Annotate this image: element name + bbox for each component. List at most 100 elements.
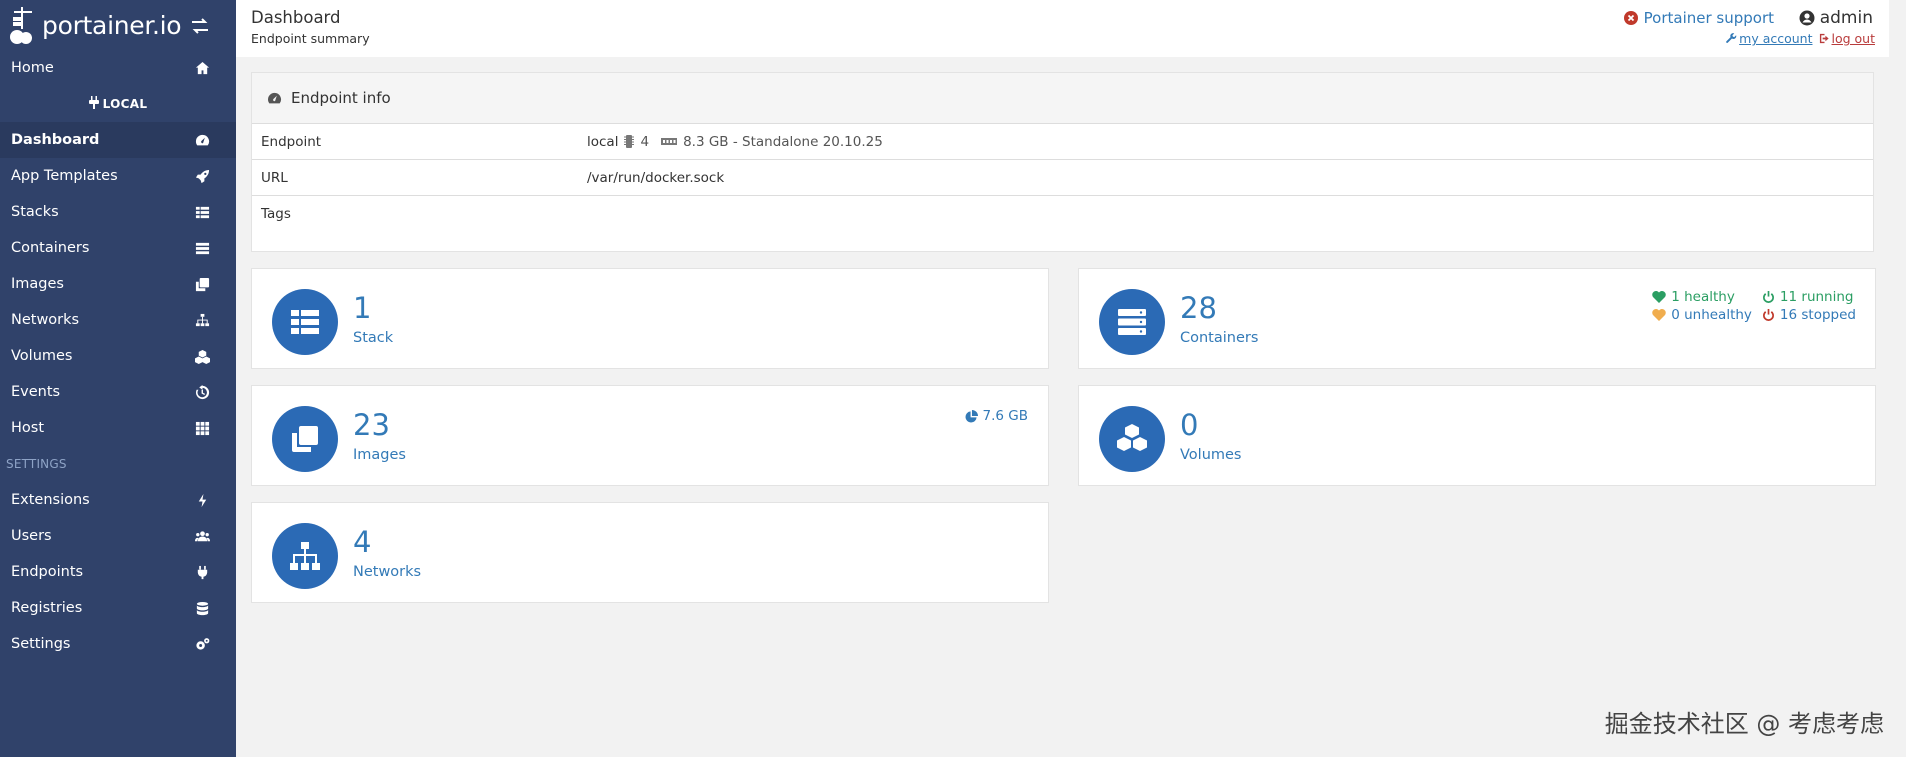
th-list-icon xyxy=(194,204,210,220)
sidebar-item-endpoints[interactable]: Endpoints xyxy=(0,554,236,590)
sidebar-item-extensions[interactable]: Extensions xyxy=(0,482,236,518)
sidebar-item-label: Users xyxy=(11,528,52,544)
home-icon xyxy=(194,60,210,76)
sidebar-item-label: App Templates xyxy=(11,168,118,184)
sidebar-toggle-icon[interactable] xyxy=(190,18,210,34)
images-widget[interactable]: 23 Images 7.6 GB xyxy=(251,385,1049,486)
sitemap-icon xyxy=(290,542,320,570)
page-subtitle: Endpoint summary xyxy=(251,31,370,46)
sidebar-item-images[interactable]: Images xyxy=(0,266,236,302)
images-size: 7.6 GB xyxy=(965,408,1028,424)
sidebar-item-label: Containers xyxy=(11,240,90,256)
memory-icon xyxy=(661,137,678,145)
networks-circle xyxy=(272,523,338,589)
stopped-stat: 16 stopped xyxy=(1762,307,1856,323)
sidebar-item-events[interactable]: Events xyxy=(0,374,236,410)
plug-icon xyxy=(88,96,99,112)
sidebar-item-label: Stacks xyxy=(11,204,59,220)
volumes-label: Volumes xyxy=(1180,447,1242,463)
sidebar: portainer.io Home LOCAL Dashboard App Te… xyxy=(0,0,236,757)
stacks-widget[interactable]: 1 Stack xyxy=(251,268,1049,369)
sidebar-item-settings[interactable]: Settings xyxy=(0,626,236,662)
endpoint-name: LOCAL xyxy=(102,97,148,111)
sidebar-item-volumes[interactable]: Volumes xyxy=(0,338,236,374)
networks-label: Networks xyxy=(353,564,422,580)
sidebar-item-label: Endpoints xyxy=(11,564,84,580)
tachometer-icon xyxy=(194,132,210,148)
unhealthy-stat: 0 unhealthy xyxy=(1652,307,1752,323)
brand-name: portainer.io xyxy=(42,10,182,40)
sidebar-item-label: Host xyxy=(11,420,45,436)
close-circle-icon xyxy=(1623,11,1638,25)
sidebar-item-label: Settings xyxy=(11,636,71,652)
networks-count: 4 xyxy=(353,525,372,559)
portainer-logo-icon xyxy=(8,5,38,45)
endpoint-indicator: LOCAL xyxy=(0,86,236,122)
sidebar-item-users[interactable]: Users xyxy=(0,518,236,554)
power-icon xyxy=(1763,308,1774,321)
watermark: 掘金技术社区 @ 考虑考虑 xyxy=(1604,710,1884,738)
sign-out-icon xyxy=(1819,33,1829,44)
log-out-link[interactable]: log out xyxy=(1819,31,1875,46)
containers-count: 28 xyxy=(1180,291,1217,325)
power-icon xyxy=(1763,290,1774,303)
th-list-icon xyxy=(291,310,319,334)
sidebar-item-label: Home xyxy=(11,60,54,76)
container-stats: 1 healthy 11 running 0 unhealthy 16 stop… xyxy=(1652,289,1856,323)
sidebar-item-home[interactable]: Home xyxy=(0,50,236,86)
cubes-icon xyxy=(1117,424,1147,451)
info-key: URL xyxy=(261,169,288,186)
server-icon xyxy=(194,240,210,256)
my-account-link[interactable]: my account xyxy=(1726,31,1813,46)
stacks-label: Stack xyxy=(353,330,394,346)
page-title: Dashboard xyxy=(251,8,341,27)
cogs-icon xyxy=(194,636,210,652)
sidebar-item-networks[interactable]: Networks xyxy=(0,302,236,338)
sidebar-item-stacks[interactable]: Stacks xyxy=(0,194,236,230)
user-circle-icon xyxy=(1799,10,1815,26)
memory-desc: 8.3 GB - Standalone 20.10.25 xyxy=(683,133,883,150)
cpu-count: 4 xyxy=(640,133,650,150)
info-value: /var/run/docker.sock xyxy=(587,169,725,186)
sidebar-item-label: Networks xyxy=(11,312,80,328)
plug-icon xyxy=(194,564,210,580)
volumes-circle xyxy=(1099,406,1165,472)
bolt-icon xyxy=(194,492,210,508)
networks-widget[interactable]: 4 Networks xyxy=(251,502,1049,603)
info-value: local 4 8.3 GB - Standalone 20.10.25 xyxy=(587,134,883,150)
clone-icon xyxy=(194,276,210,292)
clone-icon xyxy=(292,426,318,452)
info-row-url: URL /var/run/docker.sock xyxy=(252,160,1873,196)
users-icon xyxy=(194,528,210,544)
heartbeat-icon xyxy=(1652,309,1666,321)
sidebar-section-settings: SETTINGS xyxy=(6,457,67,471)
stacks-circle xyxy=(272,289,338,355)
cubes-icon xyxy=(194,348,210,364)
sidebar-item-containers[interactable]: Containers xyxy=(0,230,236,266)
containers-circle xyxy=(1099,289,1165,355)
volumes-widget[interactable]: 0 Volumes xyxy=(1078,385,1876,486)
sidebar-item-label: Images xyxy=(11,276,64,292)
panel-header: Endpoint info xyxy=(252,73,1873,124)
database-icon xyxy=(194,600,210,616)
stacks-count: 1 xyxy=(353,291,372,325)
heartbeat-icon xyxy=(1652,291,1666,303)
top-header: Dashboard Endpoint summary Portainer sup… xyxy=(236,0,1889,57)
images-circle xyxy=(272,406,338,472)
running-stat: 11 running xyxy=(1762,289,1856,305)
support-label: Portainer support xyxy=(1643,9,1774,27)
sidebar-item-host[interactable]: Host xyxy=(0,410,236,446)
rocket-icon xyxy=(194,168,210,184)
history-icon xyxy=(194,384,210,400)
containers-widget[interactable]: 28 Containers 1 healthy 11 running 0 unh… xyxy=(1078,268,1876,369)
pie-chart-icon xyxy=(965,409,978,423)
info-key: Endpoint xyxy=(261,133,322,150)
sidebar-item-label: Registries xyxy=(11,600,83,616)
containers-label: Containers xyxy=(1180,330,1259,346)
sidebar-item-dashboard[interactable]: Dashboard xyxy=(0,122,236,158)
user-name: admin xyxy=(1819,8,1873,28)
images-count: 23 xyxy=(353,408,390,442)
sidebar-item-registries[interactable]: Registries xyxy=(0,590,236,626)
portainer-support-link[interactable]: Portainer support xyxy=(1623,9,1774,27)
sidebar-item-app-templates[interactable]: App Templates xyxy=(0,158,236,194)
